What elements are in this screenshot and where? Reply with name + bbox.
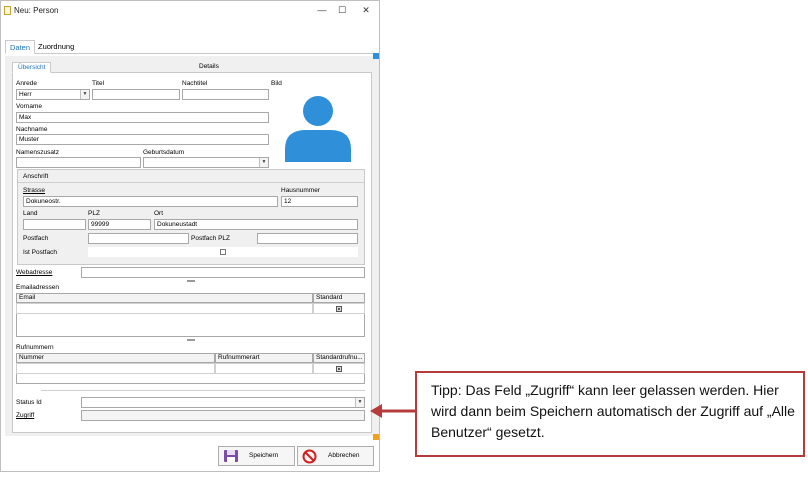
rufnummerart-column-header[interactable]: Rufnummerart <box>215 353 313 363</box>
emailadressen-label: Emailadressen <box>16 284 59 291</box>
namenszusatz-label: Namenszusatz <box>16 149 59 156</box>
window-title: Neu: Person <box>14 6 59 15</box>
divider <box>41 390 365 391</box>
chevron-down-icon[interactable]: ▼ <box>80 90 89 99</box>
vorname-label: Vorname <box>16 103 43 110</box>
geburtsdatum-label: Geburtsdatum <box>143 149 185 156</box>
cancel-icon <box>302 449 317 464</box>
cancel-button[interactable]: Abbrechen <box>297 446 374 466</box>
anrede-label: Anrede <box>16 80 37 87</box>
save-button[interactable]: Speichern <box>218 446 295 466</box>
postfach-label: Postfach <box>23 235 49 242</box>
scroll-marker-top <box>373 53 379 59</box>
email-row-cell[interactable] <box>16 303 313 314</box>
status-id-label: Status Id <box>16 399 42 406</box>
chevron-down-icon[interactable]: ▼ <box>355 398 364 407</box>
email-standard-column-header[interactable]: Standard <box>313 293 365 303</box>
tab-details[interactable]: Details <box>194 62 224 73</box>
zugriff-input[interactable] <box>81 410 365 421</box>
land-label: Land <box>23 210 38 217</box>
nummer-column-header[interactable]: Nummer <box>16 353 215 363</box>
tip-callout-text: Tipp: Das Feld „Zugriff“ kann leer gelas… <box>431 382 795 440</box>
tab-daten[interactable]: Daten <box>5 40 36 54</box>
strasse-input[interactable]: Dokuneostr. <box>23 196 278 207</box>
plz-input[interactable]: 99999 <box>88 219 151 230</box>
nachname-input[interactable]: Muster <box>16 134 269 145</box>
zugriff-label: Zugriff <box>16 412 35 419</box>
tab-uebersicht[interactable]: Übersicht <box>12 62 52 73</box>
email-column-header[interactable]: Email <box>16 293 313 303</box>
splitter-handle[interactable] <box>187 280 195 282</box>
close-icon[interactable]: ✕ <box>359 4 373 16</box>
hausnummer-label: Hausnummer <box>281 187 321 194</box>
ort-label: Ort <box>154 210 164 217</box>
webadresse-label: Webadresse <box>16 269 53 276</box>
save-icon <box>224 450 238 462</box>
tip-callout: Tipp: Das Feld „Zugriff“ kann leer gelas… <box>415 371 805 457</box>
status-id-select[interactable]: ▼ <box>81 397 365 408</box>
anschrift-title: Anschrift <box>23 173 49 180</box>
phone-standard-checkbox[interactable] <box>336 366 342 372</box>
bild-label: Bild <box>271 80 282 87</box>
callout-arrow-icon <box>370 404 416 418</box>
document-icon <box>4 6 11 15</box>
minimize-icon[interactable]: — <box>315 4 329 16</box>
nachtitel-input[interactable] <box>182 89 269 100</box>
tab-zuordnung[interactable]: Zuordnung <box>34 40 78 54</box>
anrede-select[interactable]: Herr ▼ <box>16 89 90 100</box>
plz-label: PLZ <box>88 210 100 217</box>
titel-input[interactable] <box>92 89 180 100</box>
postfach-input[interactable] <box>88 233 189 244</box>
splitter-handle[interactable] <box>187 339 195 341</box>
cancel-button-label: Abbrechen <box>328 452 360 459</box>
divider <box>18 182 364 183</box>
phone-type-cell[interactable] <box>215 363 313 374</box>
ist-postfach-checkbox[interactable] <box>220 249 226 255</box>
save-button-label: Speichern <box>249 452 279 459</box>
resize-grip[interactable] <box>373 434 379 440</box>
person-dialog-window: Neu: Person — ☐ ✕ Daten Zuordnung Übersi… <box>0 0 380 472</box>
geburtsdatum-select[interactable]: ▼ <box>143 157 269 168</box>
avatar-placeholder-icon[interactable] <box>284 93 352 163</box>
standardrufnummer-column-header[interactable]: Standardrufnu... <box>313 353 365 363</box>
ort-input[interactable]: Dokuneustadt <box>154 219 358 230</box>
vorname-input[interactable]: Max <box>16 112 269 123</box>
postfach-plz-label: Postfach PLZ <box>191 235 231 242</box>
rufnummern-label: Rufnummern <box>16 344 54 351</box>
land-input[interactable] <box>23 219 86 230</box>
maximize-icon[interactable]: ☐ <box>335 4 349 16</box>
postfach-plz-input[interactable] <box>257 233 358 244</box>
anrede-value: Herr <box>19 91 32 98</box>
phone-number-cell[interactable] <box>16 363 215 374</box>
webadresse-input[interactable] <box>81 267 365 278</box>
namenszusatz-input[interactable] <box>16 157 141 168</box>
ist-postfach-label: Ist Postfach <box>23 249 57 256</box>
titel-label: Titel <box>92 80 105 87</box>
nachtitel-label: Nachtitel <box>182 80 208 87</box>
nachname-label: Nachname <box>16 126 48 133</box>
email-standard-checkbox[interactable] <box>336 306 342 312</box>
chevron-down-icon[interactable]: ▼ <box>259 158 268 167</box>
strasse-label: Strasse <box>23 187 46 194</box>
hausnummer-input[interactable]: 12 <box>281 196 358 207</box>
title-bar[interactable]: Neu: Person — ☐ ✕ <box>1 1 379 21</box>
